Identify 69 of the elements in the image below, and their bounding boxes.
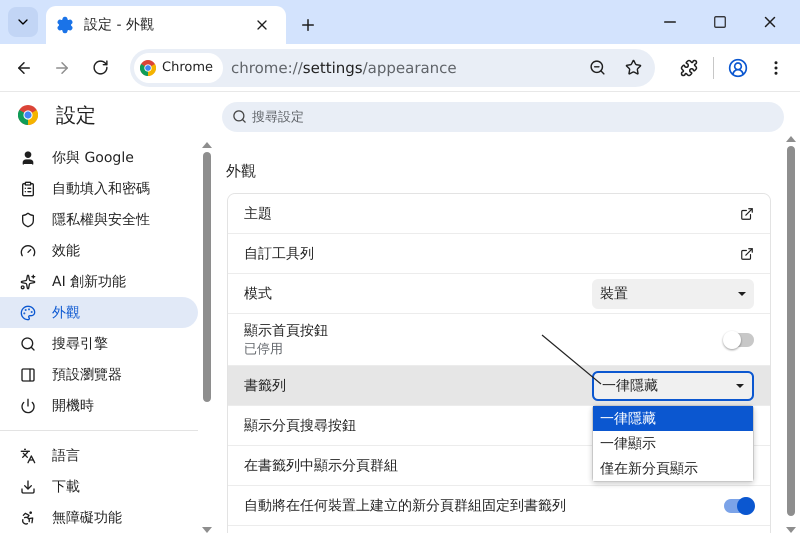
- settings-row[interactable]: 書籤列 一律隱藏: [228, 366, 770, 406]
- tab-list-button[interactable]: [8, 7, 38, 37]
- sidebar-item[interactable]: 搜尋引擎: [0, 328, 198, 359]
- select-field[interactable]: 一律隱藏: [592, 370, 754, 400]
- settings-row[interactable]: 模式 裝置: [228, 274, 770, 314]
- section-title: 外觀: [226, 162, 257, 181]
- sparkles-icon: [20, 274, 36, 290]
- setting-label: 主題: [244, 204, 272, 222]
- palette-icon: [20, 304, 36, 320]
- maximize-icon[interactable]: [713, 15, 727, 29]
- sidebar-item[interactable]: 隱私權與安全性: [0, 204, 198, 235]
- person-icon: [20, 150, 36, 166]
- browser-tab[interactable]: 設定 - 外觀: [46, 6, 286, 44]
- url-text: chrome://settings/appearance: [231, 58, 458, 76]
- profile-icon[interactable]: [728, 58, 748, 78]
- external-link-icon[interactable]: [740, 246, 754, 260]
- sidebar-item[interactable]: 你與 Google: [0, 142, 198, 173]
- setting-status: 已停用: [244, 340, 283, 358]
- settings-row[interactable]: 自動將在任何裝置上建立的新分頁群組固定到書籤列: [228, 486, 770, 526]
- chrome-logo-icon: [18, 105, 38, 125]
- toggle-switch[interactable]: [724, 498, 754, 512]
- scrollbar[interactable]: [202, 142, 212, 533]
- settings-row[interactable]: 主題: [228, 194, 770, 234]
- select-field[interactable]: 裝置: [592, 278, 754, 308]
- menu-option[interactable]: 一律隱藏: [593, 406, 753, 431]
- setting-label: 顯示分頁搜尋按鈕: [244, 416, 356, 434]
- setting-label: 在書籤列中顯示分頁群組: [244, 456, 398, 474]
- sidebar-item[interactable]: AI 創新功能: [0, 266, 198, 297]
- menu-option[interactable]: 僅在新分頁顯示: [593, 456, 753, 481]
- setting-label: 書籤列: [244, 376, 286, 394]
- toggle-switch[interactable]: [724, 332, 754, 346]
- settings-row[interactable]: 自訂工具列: [228, 234, 770, 274]
- leader-line: [541, 334, 603, 386]
- reload-icon[interactable]: [92, 59, 108, 76]
- settings-title: 設定: [56, 102, 96, 128]
- setting-label: 顯示首頁按鈕: [244, 322, 328, 340]
- puzzle-icon[interactable]: [680, 58, 698, 76]
- sidebar-item[interactable]: 無障礙功能: [0, 502, 198, 533]
- plus-icon[interactable]: [299, 16, 317, 34]
- setting-label: 自訂工具列: [244, 244, 314, 262]
- site-chip[interactable]: Chrome: [134, 52, 223, 82]
- download-icon: [20, 478, 36, 494]
- star-icon[interactable]: [624, 59, 642, 76]
- sidebar-item[interactable]: 自動填入和密碼: [0, 173, 198, 204]
- chrome-logo-icon: [140, 60, 156, 76]
- sidebar-item[interactable]: 預設瀏覽器: [0, 359, 198, 390]
- sidebar-item[interactable]: 下載: [0, 471, 198, 502]
- menu-option[interactable]: 一律顯示: [593, 431, 753, 456]
- search-icon: [20, 336, 36, 352]
- window-icon: [20, 366, 36, 382]
- scrollbar[interactable]: [786, 136, 796, 533]
- shield-icon: [20, 212, 36, 228]
- search-icon: [232, 109, 247, 124]
- zoom-out-icon[interactable]: [588, 59, 606, 76]
- sidebar-item[interactable]: 外觀: [0, 297, 198, 328]
- accessibility-icon: [20, 510, 36, 526]
- external-link-icon[interactable]: [740, 206, 754, 220]
- search-field[interactable]: 搜尋設定: [222, 102, 784, 132]
- setting-label: 模式: [244, 284, 272, 302]
- translate-icon: [20, 448, 36, 464]
- tab-title: 設定 - 外觀: [84, 16, 155, 34]
- power-icon: [20, 398, 36, 414]
- address-bar[interactable]: Chrome chrome://settings/appearance: [130, 48, 655, 86]
- sidebar-item[interactable]: 效能: [0, 235, 198, 266]
- clipboard-icon: [20, 180, 36, 196]
- setting-label: 自動將在任何裝置上建立的新分頁群組固定到書籤列: [244, 496, 566, 514]
- sidebar-item[interactable]: 語言: [0, 440, 198, 471]
- sidebar-item[interactable]: 開機時: [0, 390, 198, 421]
- gauge-icon: [20, 242, 36, 258]
